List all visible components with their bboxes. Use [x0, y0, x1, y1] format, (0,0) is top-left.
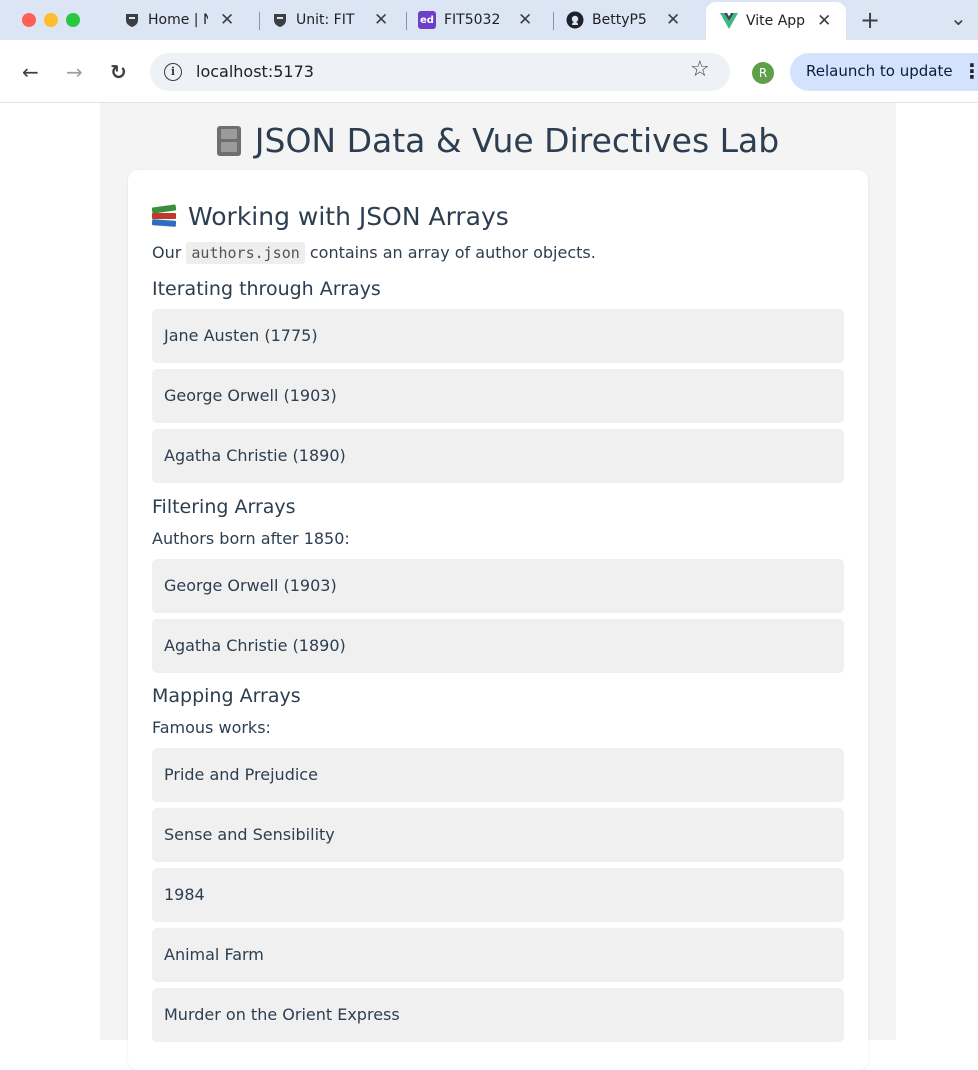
list-item: Pride and Prejudice: [152, 748, 844, 802]
site-info-icon[interactable]: i: [164, 63, 182, 81]
vue-icon: [720, 13, 738, 29]
intro-text: Our authors.json contains an array of au…: [152, 242, 596, 264]
menu-kebab-icon[interactable]: ⋮: [962, 59, 978, 83]
filtering-heading: Filtering Arrays: [152, 496, 296, 518]
ed-icon: ed: [418, 11, 436, 29]
close-tab-icon[interactable]: ✕: [817, 11, 831, 31]
profile-avatar[interactable]: R: [752, 62, 774, 84]
content-card: Working with JSON Arrays Our authors.jso…: [128, 170, 868, 1070]
list-item: George Orwell (1903): [152, 559, 844, 613]
university-crest-icon: [124, 12, 140, 28]
mapping-caption: Famous works:: [152, 718, 271, 737]
tab-fit5032[interactable]: ed FIT5032 ✕: [418, 3, 542, 37]
tab-github[interactable]: BettyP5 ✕: [566, 3, 692, 37]
close-tab-icon[interactable]: ✕: [220, 10, 234, 30]
university-crest-icon: [272, 12, 288, 28]
bookmark-star-icon[interactable]: ☆: [690, 57, 710, 82]
tab-unit[interactable]: Unit: FIT ✕: [272, 3, 392, 37]
tab-home[interactable]: Home | N ✕: [124, 3, 244, 37]
close-tab-icon[interactable]: ✕: [518, 10, 532, 30]
github-icon: [566, 11, 584, 29]
tab-label: FIT5032: [444, 12, 501, 28]
books-icon: [151, 204, 177, 227]
list-item: Agatha Christie (1890): [152, 429, 844, 483]
close-tab-icon[interactable]: ✕: [666, 10, 680, 30]
tab-label: Vite App: [746, 13, 806, 29]
tab-label: BettyP5: [592, 12, 647, 28]
section-heading-text: Working with JSON Arrays: [188, 202, 509, 231]
close-tab-icon[interactable]: ✕: [374, 10, 388, 30]
browser-toolbar: ← → ↻ i localhost:5173 ☆ R Relaunch to u…: [0, 40, 978, 103]
url-text[interactable]: localhost:5173: [196, 62, 314, 81]
list-item: Animal Farm: [152, 928, 844, 982]
maximize-window-icon[interactable]: [66, 13, 80, 27]
list-item: Sense and Sensibility: [152, 808, 844, 862]
forward-arrow-icon[interactable]: →: [66, 60, 83, 84]
list-item: Murder on the Orient Express: [152, 988, 844, 1042]
relaunch-label: Relaunch to update: [806, 62, 953, 80]
page-title: JSON Data & Vue Directives Lab: [100, 121, 896, 160]
filtering-caption: Authors born after 1850:: [152, 529, 350, 548]
tab-vite-app[interactable]: Vite App ✕: [706, 2, 846, 40]
page-background: JSON Data & Vue Directives Lab Working w…: [100, 103, 896, 1070]
list-item: 1984: [152, 868, 844, 922]
browser-tab-bar: Home | N ✕ Unit: FIT ✕ ed FIT5032 ✕ Bett…: [0, 0, 978, 40]
reload-icon[interactable]: ↻: [110, 60, 127, 84]
list-item: Jane Austen (1775): [152, 309, 844, 363]
tab-label: Home | N: [148, 12, 208, 28]
relaunch-button[interactable]: Relaunch to update ⋮: [790, 53, 978, 91]
new-tab-button[interactable]: +: [860, 6, 880, 34]
list-item: George Orwell (1903): [152, 369, 844, 423]
list-item: Agatha Christie (1890): [152, 619, 844, 673]
mapping-heading: Mapping Arrays: [152, 685, 301, 707]
iterating-heading: Iterating through Arrays: [152, 278, 381, 300]
address-bar[interactable]: i localhost:5173: [150, 53, 730, 91]
file-cabinet-icon: [216, 126, 241, 156]
section-heading: Working with JSON Arrays: [151, 202, 509, 231]
close-window-icon[interactable]: [22, 13, 36, 27]
minimize-window-icon[interactable]: [44, 13, 58, 27]
back-arrow-icon[interactable]: ←: [22, 60, 39, 84]
code-filename: authors.json: [186, 242, 305, 264]
tab-label: Unit: FIT: [296, 12, 355, 28]
page-title-text: JSON Data & Vue Directives Lab: [254, 121, 780, 160]
tab-search-button[interactable]: ⌄: [950, 6, 967, 30]
